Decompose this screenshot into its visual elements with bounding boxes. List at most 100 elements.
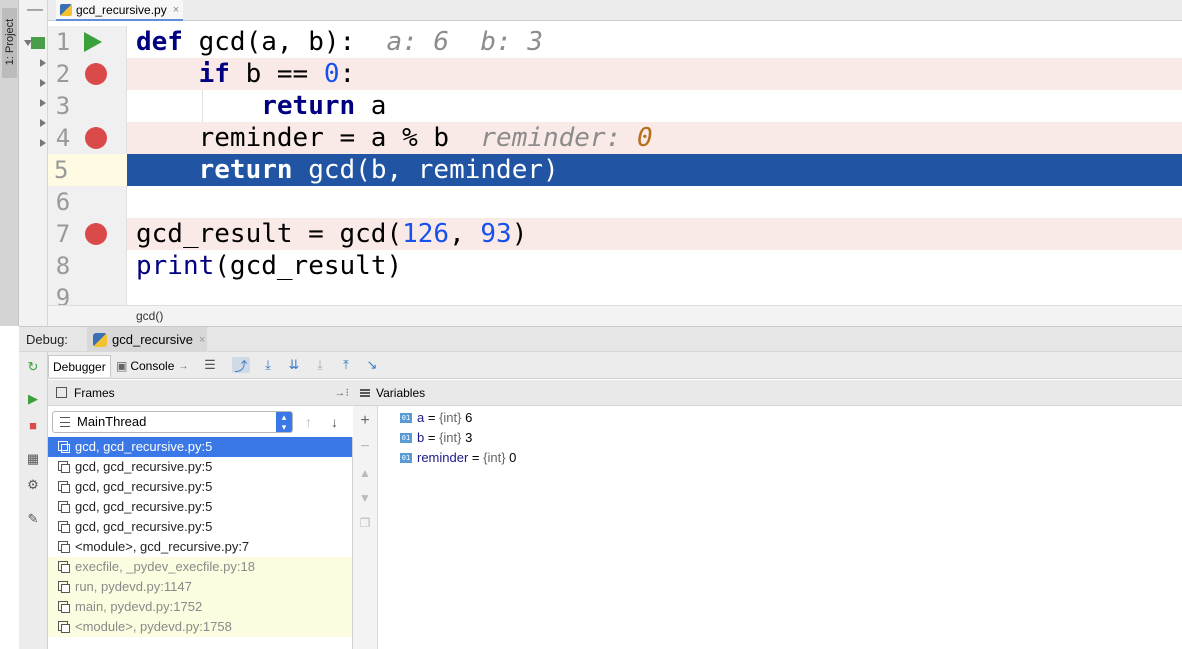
variables-panel-header: Variables: [353, 380, 1182, 406]
variable-type: {int}: [439, 410, 462, 425]
editor-tab-gcd-recursive[interactable]: gcd_recursive.py ×: [56, 0, 183, 21]
frame-row[interactable]: <module>, pydevd.py:1758: [48, 617, 352, 637]
chevron-right-icon[interactable]: [40, 59, 46, 67]
number-literal: 126: [402, 219, 450, 249]
keyword: return: [198, 155, 293, 185]
thread-select[interactable]: MainThread ▴ ▾: [52, 411, 293, 433]
variable-name: reminder: [417, 450, 469, 465]
close-session-icon[interactable]: ×: [199, 334, 205, 346]
inline-debug-value: a: 6 b: 3: [386, 27, 544, 57]
frame-row[interactable]: main, pydevd.py:1752: [48, 597, 352, 617]
frames-pin-icon[interactable]: →⁝: [335, 380, 350, 406]
breakpoint-icon[interactable]: [85, 63, 107, 85]
chevron-right-icon[interactable]: [40, 99, 46, 107]
stop-icon[interactable]: ■: [24, 416, 42, 434]
view-breakpoints-icon[interactable]: ▦: [24, 450, 42, 468]
frames-list: gcd, gcd_recursive.py:5 gcd, gcd_recursiv…: [48, 437, 353, 649]
add-watch-icon[interactable]: +: [358, 412, 372, 430]
frame-row[interactable]: gcd, gcd_recursive.py:5: [48, 517, 352, 537]
close-tab-icon[interactable]: ×: [173, 4, 179, 16]
frame-icon: [58, 441, 70, 453]
frame-label: <module>, gcd_recursive.py:7: [75, 539, 250, 554]
console-pin-icon[interactable]: →: [178, 361, 188, 372]
inline-debug-label: reminder:: [480, 123, 637, 153]
editor-tab-bar: gcd_recursive.py ×: [48, 0, 1182, 21]
rerun-icon[interactable]: ↻: [24, 358, 42, 376]
chevron-right-icon[interactable]: [40, 119, 46, 127]
breakpoint-icon[interactable]: [85, 127, 107, 149]
variable-row[interactable]: 01 b = {int} 3: [400, 428, 472, 448]
show-execution-point-icon[interactable]: ⤴: [232, 357, 250, 374]
run-icon[interactable]: [84, 32, 102, 52]
tab-console[interactable]: ▣ Console →: [112, 355, 192, 377]
frame-label: gcd, gcd_recursive.py:5: [75, 499, 213, 514]
code-text: ): [511, 219, 528, 249]
pin-icon[interactable]: ✎: [24, 510, 42, 528]
code-line-8: print(gcd_result): [127, 250, 1182, 282]
tab-debugger[interactable]: Debugger: [48, 355, 111, 377]
frame-row[interactable]: run, pydevd.py:1147: [48, 577, 352, 597]
copy-icon[interactable]: ❐: [358, 516, 372, 530]
frame-icon: [58, 581, 70, 593]
run-to-cursor-icon[interactable]: ↘: [363, 357, 381, 373]
primitive-type-icon: 01: [400, 413, 412, 423]
editor-tab-label: gcd_recursive.py: [76, 2, 167, 17]
debug-session-label: gcd_recursive: [112, 332, 193, 347]
frame-row[interactable]: execfile, _pydev_execfile.py:18: [48, 557, 352, 577]
console-icon: ▣: [116, 359, 128, 373]
step-over-icon[interactable]: ⤓: [259, 357, 277, 373]
variable-equals: =: [424, 430, 440, 445]
frame-label: run, pydevd.py:1147: [75, 579, 192, 594]
frame-row[interactable]: gcd, gcd_recursive.py:5: [48, 437, 352, 457]
next-frame-icon[interactable]: ↓: [331, 414, 338, 430]
line-number: 4: [55, 124, 71, 152]
number-literal: 0: [323, 59, 340, 89]
frame-icon: [58, 541, 70, 553]
line-number: 3: [55, 92, 71, 120]
frame-row[interactable]: gcd, gcd_recursive.py:5: [48, 497, 352, 517]
select-arrows-icon: ▴ ▾: [276, 412, 292, 432]
previous-frame-icon[interactable]: ↑: [305, 414, 312, 430]
collapse-icon[interactable]: —: [27, 1, 43, 19]
step-out-icon[interactable]: ⤒: [337, 357, 355, 373]
code-line-4: reminder = a % b reminder: 0: [127, 122, 1182, 154]
variable-row[interactable]: 01 a = {int} 6: [400, 408, 472, 428]
code-text: gcd_result = gcd(: [136, 219, 403, 249]
step-into-icon[interactable]: ⇊: [285, 357, 303, 373]
variable-row[interactable]: 01 reminder = {int} 0: [400, 448, 516, 468]
chevron-right-icon[interactable]: [40, 139, 46, 147]
folder-icon: [31, 37, 45, 49]
debugger-toolbar: Debugger ▣ Console → ☰ ⤴ ⤓ ⇊ ⤓ ⤒ ↘: [48, 352, 1182, 379]
code-text: (gcd_result): [214, 251, 403, 281]
remove-watch-icon[interactable]: −: [358, 438, 372, 456]
breadcrumb[interactable]: gcd(): [48, 305, 1182, 326]
variable-value: 0: [505, 450, 517, 465]
keyword: if: [198, 59, 230, 89]
frame-icon: [58, 501, 70, 513]
project-tool-button[interactable]: 1: Project: [2, 8, 17, 78]
code-text: a: [355, 91, 387, 121]
layout-icon[interactable]: ☰: [201, 357, 219, 373]
frame-icon: [58, 481, 70, 493]
frame-row[interactable]: <module>, gcd_recursive.py:7: [48, 537, 352, 557]
line-number: 2: [55, 60, 71, 88]
move-down-icon[interactable]: ▼: [358, 491, 372, 505]
code-editor[interactable]: def gcd(a, b): a: 6 b: 3 if b == 0: retu…: [127, 26, 1182, 306]
breakpoint-icon[interactable]: [85, 223, 107, 245]
settings-icon[interactable]: ⚙: [24, 476, 42, 494]
variables-icon: [360, 389, 370, 397]
chevron-right-icon[interactable]: [40, 79, 46, 87]
resume-icon[interactable]: ▶: [24, 390, 42, 408]
python-run-config-icon: [93, 332, 107, 347]
frame-row[interactable]: gcd, gcd_recursive.py:5: [48, 457, 352, 477]
code-text: gcd(b, reminder): [292, 155, 559, 185]
variable-value: 6: [461, 410, 473, 425]
frame-icon: [58, 521, 70, 533]
move-up-icon[interactable]: ▲: [358, 466, 372, 480]
debug-session-tab[interactable]: gcd_recursive ×: [87, 327, 207, 352]
frame-row[interactable]: gcd, gcd_recursive.py:5: [48, 477, 352, 497]
variable-value: 3: [461, 430, 473, 445]
step-into-my-code-icon[interactable]: ⤓: [311, 357, 329, 373]
frame-label: execfile, _pydev_execfile.py:18: [75, 559, 255, 574]
thread-select-value: MainThread: [77, 414, 147, 429]
